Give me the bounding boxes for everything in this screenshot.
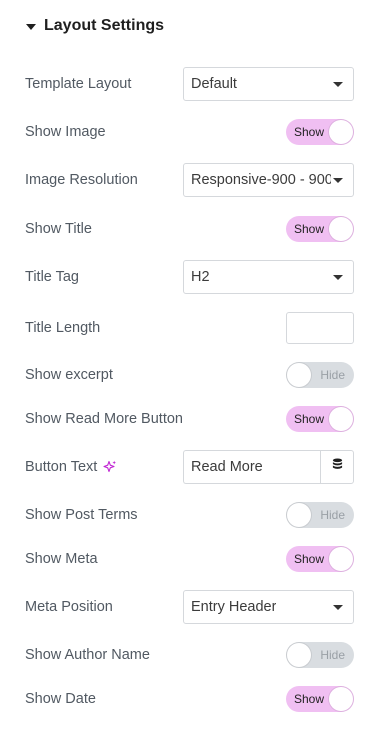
template-layout-label: Template Layout bbox=[25, 76, 132, 92]
title-length-input[interactable] bbox=[286, 312, 354, 344]
show-title-label: Show Title bbox=[25, 221, 92, 237]
meta-position-label: Meta Position bbox=[25, 599, 113, 615]
toggle-state-text: Show bbox=[294, 692, 325, 706]
chevron-down-icon bbox=[333, 177, 343, 183]
toggle-knob bbox=[287, 643, 311, 667]
row-show-image: Show Image Show bbox=[25, 119, 354, 145]
show-date-toggle[interactable]: Show bbox=[286, 686, 354, 712]
show-image-toggle[interactable]: Show bbox=[286, 119, 354, 145]
show-post-terms-toggle[interactable]: Hide bbox=[286, 502, 354, 528]
show-excerpt-toggle[interactable]: Hide bbox=[286, 362, 354, 388]
toggle-state-text: Hide bbox=[320, 368, 345, 382]
row-show-title: Show Title Show bbox=[25, 216, 354, 242]
template-layout-value: Default bbox=[191, 76, 237, 92]
chevron-down-icon bbox=[333, 604, 343, 610]
row-title-length: Title Length bbox=[25, 312, 354, 344]
title-tag-select[interactable]: H2 bbox=[183, 260, 354, 294]
row-title-tag: Title Tag H2 bbox=[25, 260, 354, 294]
meta-position-value: Entry Header bbox=[191, 599, 277, 615]
title-length-label: Title Length bbox=[25, 320, 101, 336]
image-resolution-value: Responsive-900 - 900 bbox=[191, 172, 331, 188]
row-show-date: Show Date Show bbox=[25, 686, 354, 712]
image-resolution-select[interactable]: Responsive-900 - 900 bbox=[183, 163, 354, 197]
toggle-knob bbox=[287, 363, 311, 387]
show-author-name-toggle[interactable]: Hide bbox=[286, 642, 354, 668]
show-excerpt-label: Show excerpt bbox=[25, 367, 113, 383]
row-show-meta: Show Meta Show bbox=[25, 546, 354, 572]
database-icon bbox=[332, 458, 343, 476]
toggle-knob bbox=[329, 547, 353, 571]
toggle-knob bbox=[329, 407, 353, 431]
row-template-layout: Template Layout Default bbox=[25, 67, 354, 101]
image-resolution-label: Image Resolution bbox=[25, 172, 138, 188]
show-meta-label: Show Meta bbox=[25, 551, 98, 567]
toggle-knob bbox=[287, 503, 311, 527]
meta-position-select[interactable]: Entry Header bbox=[183, 590, 354, 624]
show-author-name-label: Show Author Name bbox=[25, 647, 150, 663]
button-text-input[interactable]: Read More bbox=[183, 450, 320, 484]
row-show-post-terms: Show Post Terms Hide bbox=[25, 502, 354, 528]
button-text-group: Read More bbox=[183, 450, 354, 484]
template-layout-select[interactable]: Default bbox=[183, 67, 354, 101]
toggle-state-text: Show bbox=[294, 222, 325, 236]
button-text-label: Button Text bbox=[25, 459, 98, 475]
chevron-down-icon bbox=[333, 274, 343, 280]
chevron-down-icon bbox=[333, 81, 343, 87]
section-header-layout-settings[interactable]: Layout Settings bbox=[26, 14, 164, 38]
button-text-label-wrap: Button Text bbox=[25, 459, 117, 475]
show-read-more-toggle[interactable]: Show bbox=[286, 406, 354, 432]
show-image-label: Show Image bbox=[25, 124, 106, 140]
show-read-more-label: Show Read More Button bbox=[25, 411, 183, 427]
row-button-text: Button Text Read More bbox=[25, 450, 354, 484]
row-meta-position: Meta Position Entry Header bbox=[25, 590, 354, 624]
row-show-excerpt: Show excerpt Hide bbox=[25, 362, 354, 388]
toggle-knob bbox=[329, 217, 353, 241]
toggle-knob bbox=[329, 687, 353, 711]
title-tag-value: H2 bbox=[191, 269, 210, 285]
caret-down-icon bbox=[26, 24, 36, 30]
toggle-state-text: Show bbox=[294, 412, 325, 426]
toggle-state-text: Hide bbox=[320, 508, 345, 522]
row-image-resolution: Image Resolution Responsive-900 - 900 bbox=[25, 163, 354, 197]
show-title-toggle[interactable]: Show bbox=[286, 216, 354, 242]
section-title: Layout Settings bbox=[44, 17, 165, 34]
toggle-knob bbox=[329, 120, 353, 144]
row-show-read-more: Show Read More Button Show bbox=[25, 406, 354, 432]
show-post-terms-label: Show Post Terms bbox=[25, 507, 138, 523]
toggle-state-text: Show bbox=[294, 552, 325, 566]
show-meta-toggle[interactable]: Show bbox=[286, 546, 354, 572]
title-tag-label: Title Tag bbox=[25, 269, 79, 285]
dynamic-tags-button[interactable] bbox=[320, 450, 354, 484]
toggle-state-text: Show bbox=[294, 125, 325, 139]
sparkle-icon[interactable] bbox=[103, 460, 117, 474]
show-date-label: Show Date bbox=[25, 691, 96, 707]
toggle-state-text: Hide bbox=[320, 648, 345, 662]
row-show-author-name: Show Author Name Hide bbox=[25, 642, 354, 668]
